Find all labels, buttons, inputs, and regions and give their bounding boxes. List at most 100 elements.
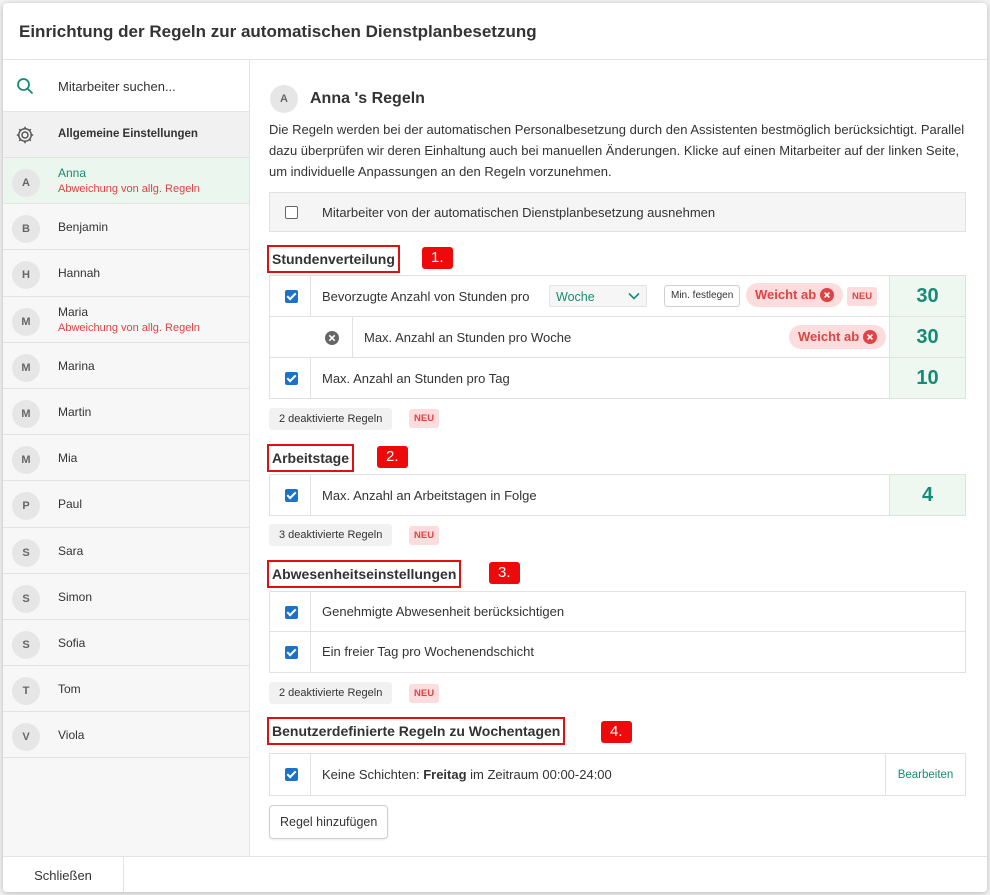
avatar: A bbox=[12, 169, 40, 197]
deviation-badge-label: Weicht ab bbox=[755, 287, 817, 302]
weekend-day-off-checkbox[interactable] bbox=[285, 646, 298, 659]
employee-name: Martin bbox=[58, 404, 92, 419]
no-shifts-label: Keine Schichten: Freitag im Zeitraum 00:… bbox=[322, 767, 612, 782]
avatar: M bbox=[12, 307, 40, 336]
weekend-day-off-label: Ein freier Tag pro Wochenendschicht bbox=[322, 644, 534, 659]
deviation-note: Abweichung von allg. Regeln bbox=[58, 321, 200, 334]
employee-name: Tom bbox=[58, 682, 81, 697]
avatar: M bbox=[12, 353, 40, 382]
employee-item[interactable]: M Marina bbox=[3, 343, 249, 389]
new-badge: NEU bbox=[409, 684, 440, 703]
avatar: M bbox=[12, 446, 40, 475]
page-title: Anna 's Regeln bbox=[310, 90, 425, 107]
employee-name: Hannah bbox=[58, 266, 101, 281]
employee-list: A Anna Abweichung von allg. Regeln B Benjami… bbox=[3, 158, 249, 759]
set-minimum-button[interactable]: Min. festlegen bbox=[664, 285, 741, 307]
employee-sidebar: Allgemeine Einstellungen A Anna Abweichung… bbox=[3, 60, 250, 856]
remove-subrule-icon[interactable] bbox=[324, 330, 340, 346]
rule-row-weekend-day-off: Ein freier Tag pro Wochenendschicht bbox=[270, 632, 965, 672]
marker-1: 1. bbox=[422, 247, 453, 269]
deviation-badge-label: Weicht ab bbox=[798, 329, 860, 344]
deactivated-rules-toggle[interactable]: 2 deaktivierte Regeln bbox=[269, 408, 393, 430]
rule-row-max-hours-week: Max. Anzahl an Stunden pro Woche Weicht … bbox=[270, 317, 965, 358]
no-shifts-checkbox[interactable] bbox=[285, 768, 298, 781]
employee-name: Simon bbox=[58, 589, 93, 604]
employee-name: Sara bbox=[58, 543, 84, 558]
employee-item[interactable]: B Benjamin bbox=[3, 204, 249, 251]
avatar: T bbox=[12, 677, 40, 706]
max-hours-week-value[interactable]: 30 bbox=[889, 317, 965, 357]
approved-absence-label: Genehmigte Abwesenheit berücksichtigen bbox=[322, 604, 565, 619]
general-settings-item[interactable]: Allgemeine Einstellungen bbox=[3, 112, 249, 158]
dialog-title: Einrichtung der Regeln zur automatischen… bbox=[19, 22, 537, 41]
avatar: S bbox=[12, 538, 40, 567]
section-title-arbeitstage: Arbeitstage bbox=[267, 444, 355, 472]
employee-name: Maria bbox=[58, 304, 89, 319]
max-hours-day-label: Max. Anzahl an Stunden pro Tag bbox=[322, 371, 510, 386]
employee-item[interactable]: M Mia bbox=[3, 435, 249, 482]
edit-rule-link[interactable]: Bearbeiten bbox=[885, 754, 965, 795]
rule-row-approved-absence: Genehmigte Abwesenheit berücksichtigen bbox=[270, 592, 965, 632]
employee-item[interactable]: P Paul bbox=[3, 481, 249, 528]
employee-item[interactable]: M Martin bbox=[3, 389, 249, 436]
avatar: P bbox=[12, 492, 40, 521]
dialog-footer: Schließen bbox=[3, 856, 987, 892]
employee-name: Marina bbox=[58, 358, 95, 373]
max-hours-day-checkbox[interactable] bbox=[285, 372, 298, 385]
employee-item[interactable]: T Tom bbox=[3, 666, 249, 713]
close-circle-icon[interactable] bbox=[863, 330, 878, 344]
abwesenheit-rules-table: Genehmigte Abwesenheit berücksichtigen E… bbox=[269, 591, 966, 673]
exclude-employee-row[interactable]: Mitarbeiter von der automatischen Dienst… bbox=[269, 192, 966, 232]
employee-search-input[interactable] bbox=[58, 75, 238, 97]
avatar: V bbox=[12, 723, 40, 752]
employee-item[interactable]: S Sofia bbox=[3, 620, 249, 667]
deviation-badge[interactable]: Weicht ab bbox=[746, 283, 844, 307]
preferred-hours-label: Bevorzugte Anzahl von Stunden pro bbox=[322, 289, 530, 304]
rules-panel: A Anna 's Regeln Die Regeln werden bei d… bbox=[251, 60, 987, 856]
marker-2: 2. bbox=[377, 446, 408, 468]
avatar: H bbox=[12, 261, 40, 290]
employee-item[interactable]: A Anna Abweichung von allg. Regeln bbox=[3, 158, 249, 205]
employee-item[interactable]: V Viola bbox=[3, 712, 249, 759]
preferred-hours-checkbox[interactable] bbox=[285, 290, 298, 303]
add-rule-button[interactable]: Regel hinzufügen bbox=[269, 805, 389, 839]
section-title-custom-rules: Benutzerdefinierte Regeln zu Wochentagen bbox=[267, 717, 566, 745]
avatar: S bbox=[12, 630, 40, 659]
new-badge: NEU bbox=[409, 526, 440, 545]
employee-item[interactable]: H Hannah bbox=[3, 250, 249, 297]
search-icon bbox=[17, 78, 33, 94]
employee-name: Anna bbox=[58, 166, 87, 180]
close-button[interactable]: Schließen bbox=[3, 857, 124, 892]
max-days-checkbox[interactable] bbox=[285, 489, 298, 502]
max-hours-day-value[interactable]: 10 bbox=[889, 358, 965, 398]
rule-row-max-hours-day: Max. Anzahl an Stunden pro Tag 10 bbox=[270, 358, 965, 398]
new-badge: NEU bbox=[409, 409, 440, 428]
avatar: M bbox=[12, 399, 40, 428]
approved-absence-checkbox[interactable] bbox=[285, 606, 298, 619]
max-days-value[interactable]: 4 bbox=[889, 475, 965, 515]
avatar: S bbox=[12, 584, 40, 613]
period-select[interactable]: Woche bbox=[549, 285, 647, 307]
max-hours-week-label: Max. Anzahl an Stunden pro Woche bbox=[364, 330, 572, 345]
close-circle-icon[interactable] bbox=[820, 288, 835, 302]
deactivated-rules-toggle[interactable]: 2 deaktivierte Regeln bbox=[269, 682, 393, 704]
rules-description: Die Regeln werden bei der automatischen … bbox=[269, 122, 965, 179]
employee-item[interactable]: M Maria Abweichung von allg. Regeln bbox=[3, 297, 249, 343]
rule-row-max-days: Max. Anzahl an Arbeitstagen in Folge 4 bbox=[270, 475, 965, 515]
dialog-header: Einrichtung der Regeln zur automatischen… bbox=[3, 3, 987, 60]
employee-name: Paul bbox=[58, 497, 83, 512]
period-select-value: Woche bbox=[556, 290, 595, 304]
employee-item[interactable]: S Sara bbox=[3, 528, 249, 574]
new-badge: NEU bbox=[847, 287, 878, 306]
rules-dialog: Einrichtung der Regeln zur automatischen… bbox=[3, 3, 987, 892]
deviation-badge[interactable]: Weicht ab bbox=[789, 325, 887, 349]
employee-name: Sofia bbox=[58, 635, 86, 650]
deactivated-rules-toggle[interactable]: 3 deaktivierte Regeln bbox=[269, 524, 393, 546]
gear-icon bbox=[16, 126, 34, 144]
preferred-hours-value[interactable]: 30 bbox=[889, 276, 965, 316]
exclude-checkbox[interactable] bbox=[285, 206, 298, 219]
max-days-label: Max. Anzahl an Arbeitstagen in Folge bbox=[322, 488, 537, 503]
employee-item[interactable]: S Simon bbox=[3, 574, 249, 620]
section-title-abwesenheit: Abwesenheitseinstellungen bbox=[267, 560, 462, 588]
chevron-down-icon bbox=[628, 292, 640, 300]
